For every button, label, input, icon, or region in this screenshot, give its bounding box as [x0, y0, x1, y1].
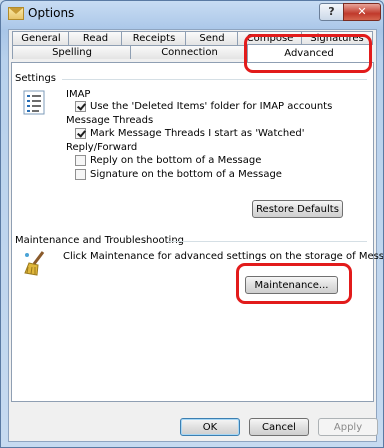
tab-spelling[interactable]: Spelling: [12, 45, 132, 59]
settings-separator: [62, 79, 367, 80]
imap-deleted-items-label[interactable]: Use the 'Deleted Items' folder for IMAP …: [90, 101, 332, 112]
settings-group-label: Settings: [15, 73, 57, 84]
window-title: Options: [28, 6, 75, 20]
reply-forward-label: Reply/Forward: [66, 142, 138, 153]
close-button[interactable]: ✕: [343, 3, 381, 21]
reply-bottom-label[interactable]: Reply on the bottom of a Message: [90, 155, 261, 166]
mark-threads-watched-checkbox[interactable]: [75, 128, 86, 139]
tab-send[interactable]: Send: [185, 31, 239, 45]
tab-advanced[interactable]: Advanced: [247, 44, 371, 62]
imap-label: IMAP: [66, 89, 91, 100]
tab-compose[interactable]: Compose: [237, 31, 303, 45]
imap-deleted-items-checkbox[interactable]: [75, 101, 86, 112]
ok-button[interactable]: OK: [180, 418, 240, 436]
app-envelope-icon: [8, 7, 24, 20]
options-window: Options ? ✕ General Read Receipts Send C…: [0, 0, 384, 448]
message-threads-label: Message Threads: [66, 115, 154, 126]
settings-list-icon: [23, 90, 45, 115]
tab-receipts[interactable]: Receipts: [121, 31, 187, 45]
title-bar[interactable]: Options ? ✕: [1, 1, 383, 27]
advanced-tab-panel: Settings IMAP Use the 'Deleted Items' fo…: [11, 62, 383, 402]
tab-connection[interactable]: Connection: [130, 45, 249, 59]
apply-button[interactable]: Apply: [318, 418, 378, 436]
help-icon: ?: [328, 5, 335, 18]
signature-bottom-checkbox[interactable]: [75, 169, 86, 180]
reply-bottom-checkbox[interactable]: [75, 155, 86, 166]
maintenance-group-label: Maintenance and Troubleshooting: [15, 235, 185, 246]
tab-signatures[interactable]: Signatures: [301, 31, 373, 45]
dialog-client-area: General Read Receipts Send Compose Signa…: [8, 29, 383, 442]
mark-threads-watched-label[interactable]: Mark Message Threads I start as 'Watched…: [90, 128, 304, 139]
tab-general[interactable]: General: [12, 31, 70, 45]
maintenance-description: Click Maintenance for advanced settings …: [63, 251, 384, 262]
close-icon: ✕: [357, 5, 367, 18]
help-button[interactable]: ?: [319, 3, 344, 21]
broom-icon: [24, 251, 45, 276]
maintenance-separator: [168, 241, 367, 242]
maintenance-button[interactable]: Maintenance...: [245, 276, 338, 294]
tab-read[interactable]: Read: [68, 31, 123, 45]
signature-bottom-label[interactable]: Signature on the bottom of a Message: [90, 169, 282, 180]
restore-defaults-button[interactable]: Restore Defaults: [252, 200, 343, 218]
cancel-button[interactable]: Cancel: [249, 418, 309, 436]
